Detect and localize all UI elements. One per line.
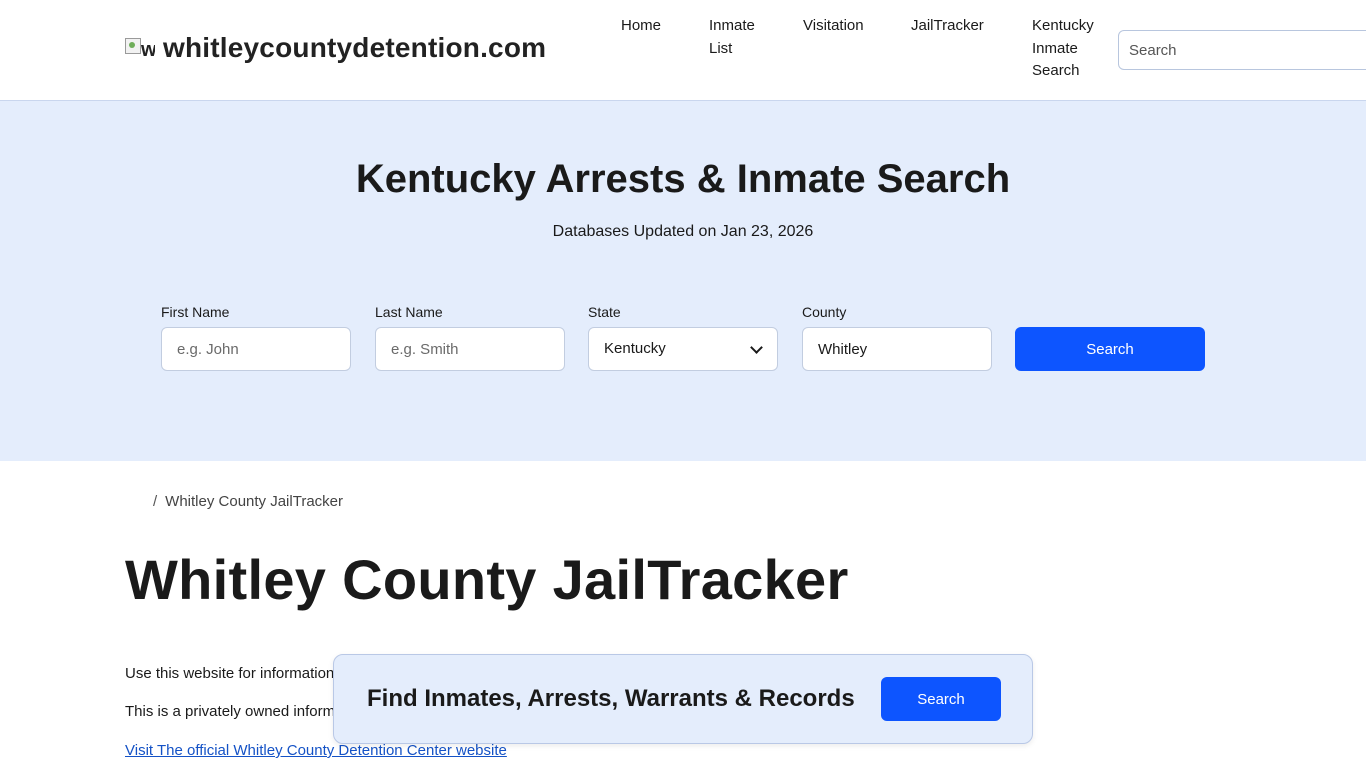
hero-search-section: Kentucky Arrests & Inmate Search Databas… xyxy=(0,101,1366,461)
database-updated-text: Databases Updated on Jan 23, 2026 xyxy=(552,223,814,240)
site-header: w whitleycountydetention.com Home Inmate… xyxy=(0,0,1366,101)
state-label: State xyxy=(588,304,621,320)
disclaimer-paragraph: This is a privately owned inform xyxy=(125,703,336,720)
page-title: Whitley County JailTracker xyxy=(125,548,849,611)
broken-image-icon: w xyxy=(125,34,155,62)
hero-title: Kentucky Arrests & Inmate Search xyxy=(355,157,1011,201)
intro-paragraph: Use this website for information xyxy=(125,665,335,682)
hero-search-button[interactable]: Search xyxy=(1015,327,1205,371)
state-select-value: Kentucky xyxy=(604,340,666,357)
breadcrumb-current: Whitley County JailTracker xyxy=(165,493,343,510)
official-website-link[interactable]: Visit The official Whitley County Detent… xyxy=(125,742,507,759)
sticky-search-banner: Find Inmates, Arrests, Warrants & Record… xyxy=(333,654,1033,744)
header-search-input[interactable] xyxy=(1118,30,1366,70)
county-input[interactable] xyxy=(802,327,992,371)
breadcrumb-separator: / xyxy=(153,493,158,510)
banner-search-button[interactable]: Search xyxy=(881,677,1001,721)
breadcrumb: / Whitley County JailTracker xyxy=(125,493,343,510)
nav-visitation[interactable]: Visitation xyxy=(803,15,864,38)
chevron-down-icon xyxy=(750,341,763,354)
state-select[interactable]: Kentucky xyxy=(588,327,778,371)
county-label: County xyxy=(802,304,847,320)
banner-text: Find Inmates, Arrests, Warrants & Record… xyxy=(367,685,855,712)
nav-home[interactable]: Home xyxy=(621,15,661,38)
nav-kentucky-inmate-search[interactable]: Kentucky Inmate Search xyxy=(1032,15,1102,83)
last-name-input[interactable] xyxy=(375,327,565,371)
first-name-label: First Name xyxy=(161,304,230,320)
last-name-label: Last Name xyxy=(375,304,443,320)
nav-jailtracker[interactable]: JailTracker xyxy=(911,15,984,38)
first-name-input[interactable] xyxy=(161,327,351,371)
site-name[interactable]: whitleycountydetention.com xyxy=(163,32,546,64)
site-logo[interactable]: w whitleycountydetention.com xyxy=(125,32,546,64)
nav-inmate-list[interactable]: Inmate List xyxy=(709,15,769,60)
